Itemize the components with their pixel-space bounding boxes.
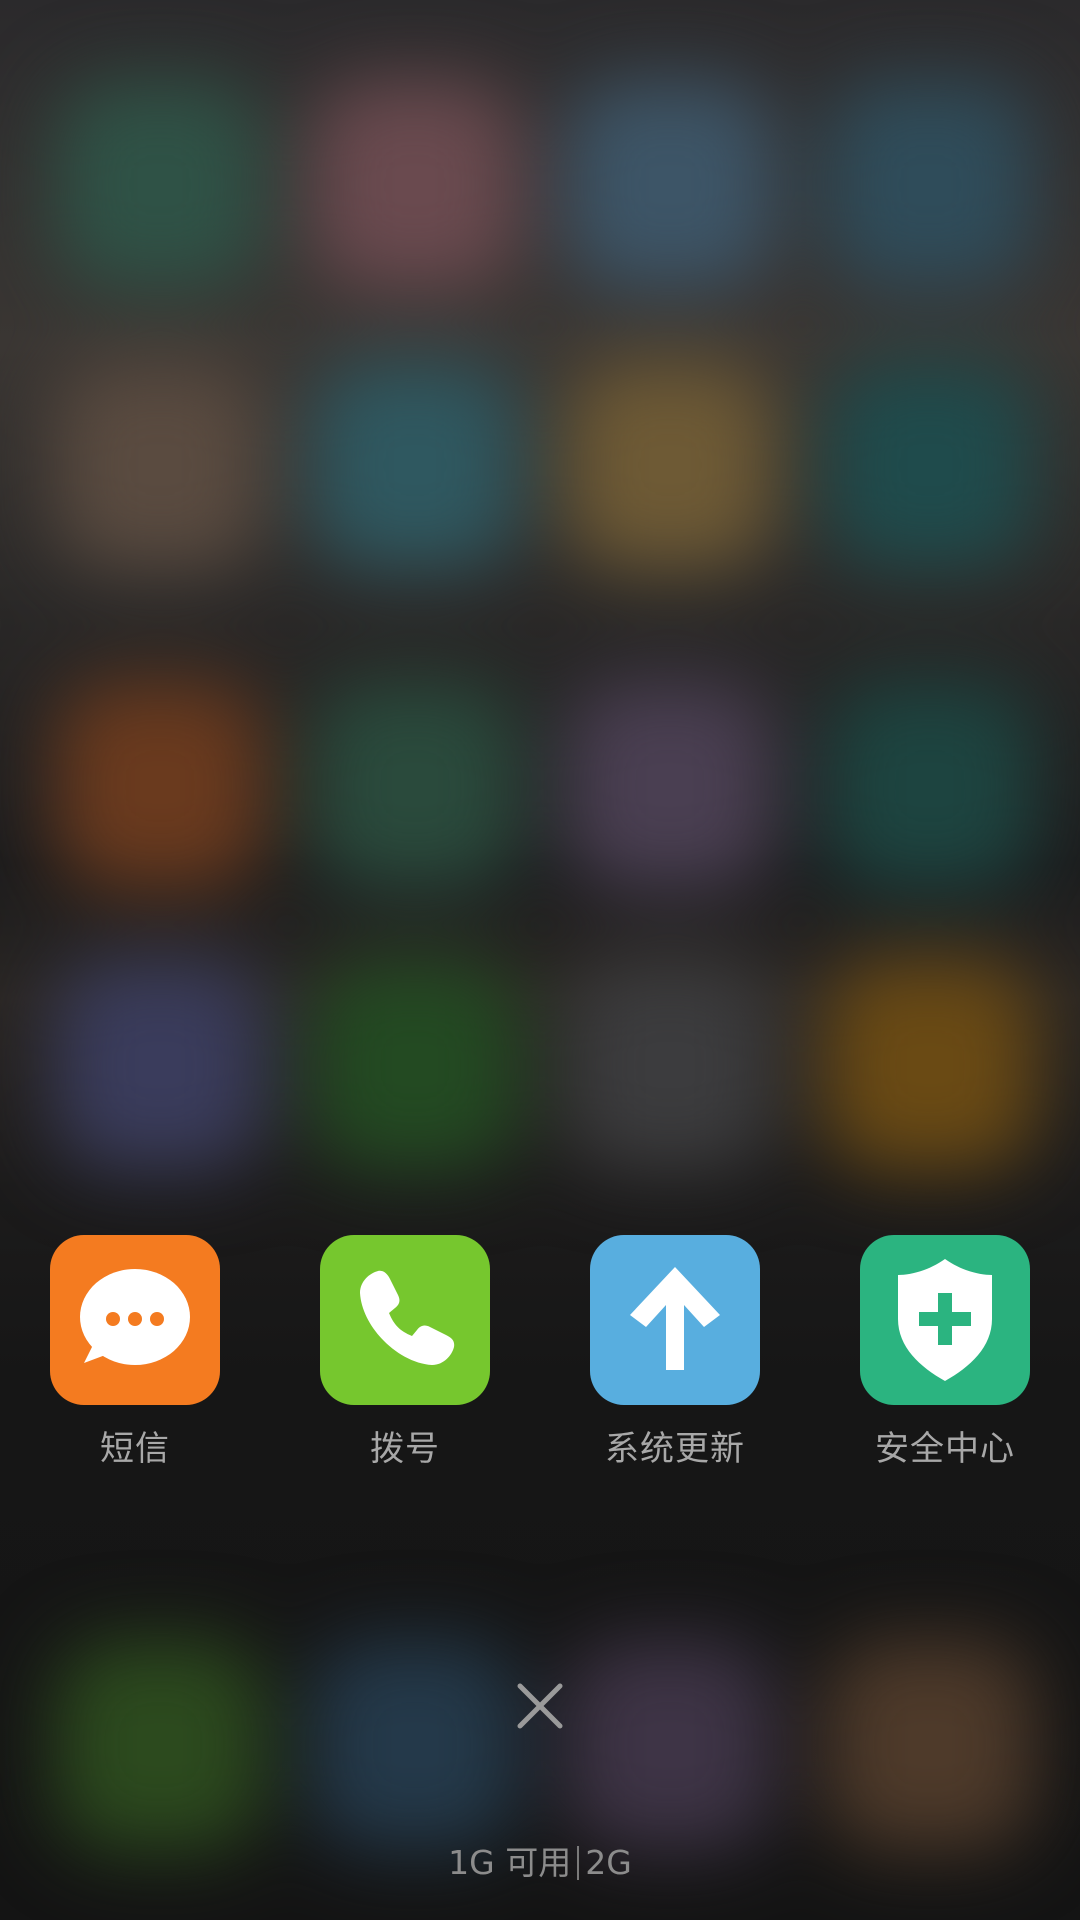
app-label-dialer: 拨号	[370, 1429, 440, 1469]
memory-status: 1G 可用 2G	[0, 1836, 1080, 1884]
arrow-up-icon	[590, 1235, 760, 1405]
memory-divider	[577, 1846, 580, 1880]
blurred-wallpaper	[0, 0, 1080, 1920]
message-bubble-icon	[50, 1235, 220, 1405]
recent-apps-row: 短信 拨号 系统更新 安全中心	[0, 1235, 1080, 1475]
recent-apps-screen: 短信 拨号 系统更新 安全中心 1G 可用 2G	[0, 0, 1080, 1920]
memory-total: 2G	[585, 1843, 632, 1882]
app-label-security-center: 安全中心	[875, 1429, 1015, 1469]
recent-app-dialer[interactable]: 拨号	[270, 1235, 540, 1475]
close-icon	[517, 1683, 563, 1729]
app-label-system-update: 系统更新	[605, 1429, 745, 1469]
app-label-messages: 短信	[100, 1429, 170, 1469]
recent-app-system-update[interactable]: 系统更新	[540, 1235, 810, 1475]
shield-plus-icon	[860, 1235, 1030, 1405]
phone-handset-icon	[320, 1235, 490, 1405]
close-all-button[interactable]	[510, 1676, 570, 1736]
recent-app-messages[interactable]: 短信	[0, 1235, 270, 1475]
recent-app-security-center[interactable]: 安全中心	[810, 1235, 1080, 1475]
memory-available: 1G 可用	[448, 1843, 572, 1882]
